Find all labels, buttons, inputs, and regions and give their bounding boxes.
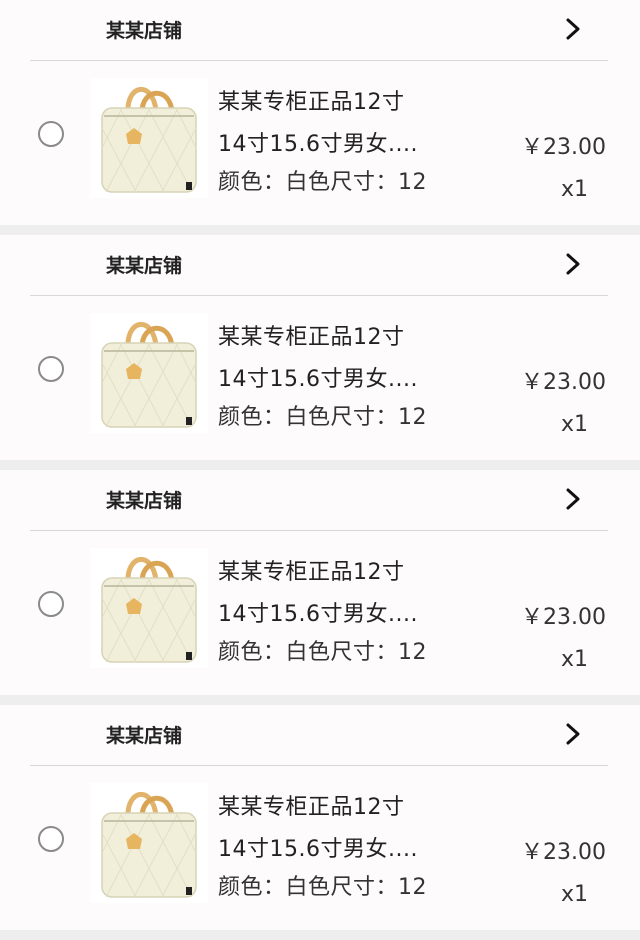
shop-header[interactable]: 某某店铺 [0, 705, 640, 765]
cart-item-card: 某某店铺 某某专柜正品12寸 14寸15.6寸男女.... 颜色：白色尺寸：12… [0, 0, 640, 225]
divider [30, 765, 608, 766]
shop-header[interactable]: 某某店铺 [0, 470, 640, 530]
select-radio[interactable] [38, 591, 64, 617]
product-title-line: 某某专柜正品12寸 [218, 325, 405, 350]
product-title-line: 14寸15.6寸男女.... [218, 132, 418, 157]
product-quantity: x1 [560, 177, 588, 202]
divider [30, 295, 608, 296]
product-title[interactable]: 某某专柜正品12寸 14寸15.6寸男女.... [218, 317, 428, 401]
shop-header[interactable]: 某某店铺 [0, 0, 640, 60]
product-image[interactable] [90, 548, 208, 668]
select-radio[interactable] [38, 356, 64, 382]
product-quantity: x1 [560, 647, 588, 672]
product-price: ￥23.00 [521, 135, 606, 160]
shop-name[interactable]: 某某店铺 [106, 723, 182, 749]
product-title-line: 14寸15.6寸男女.... [218, 837, 418, 862]
product-title-line: 某某专柜正品12寸 [218, 560, 405, 585]
product-title-line: 某某专柜正品12寸 [218, 90, 405, 115]
product-title[interactable]: 某某专柜正品12寸 14寸15.6寸男女.... [218, 552, 428, 636]
shop-name[interactable]: 某某店铺 [106, 488, 182, 514]
select-radio[interactable] [38, 121, 64, 147]
shop-name[interactable]: 某某店铺 [106, 18, 182, 44]
product-spec: 颜色：白色尺寸：12 [218, 640, 427, 665]
product-title[interactable]: 某某专柜正品12寸 14寸15.6寸男女.... [218, 787, 428, 871]
product-spec: 颜色：白色尺寸：12 [218, 405, 427, 430]
product-title[interactable]: 某某专柜正品12寸 14寸15.6寸男女.... [218, 82, 428, 166]
chevron-right-icon[interactable] [563, 487, 583, 511]
divider [30, 530, 608, 531]
product-image[interactable] [90, 313, 208, 433]
chevron-right-icon[interactable] [563, 252, 583, 276]
chevron-right-icon[interactable] [563, 17, 583, 41]
product-price: ￥23.00 [521, 605, 606, 630]
select-radio[interactable] [38, 826, 64, 852]
shop-header[interactable]: 某某店铺 [0, 235, 640, 295]
product-image[interactable] [90, 78, 208, 198]
divider [30, 60, 608, 61]
product-spec: 颜色：白色尺寸：12 [218, 875, 427, 900]
product-price: ￥23.00 [521, 370, 606, 395]
product-quantity: x1 [560, 412, 588, 437]
cart-item-card: 某某店铺 某某专柜正品12寸 14寸15.6寸男女.... 颜色：白色尺寸：12… [0, 470, 640, 695]
product-title-line: 14寸15.6寸男女.... [218, 367, 418, 392]
shop-name[interactable]: 某某店铺 [106, 253, 182, 279]
chevron-right-icon[interactable] [563, 722, 583, 746]
product-quantity: x1 [560, 882, 588, 907]
cart-item-card: 某某店铺 某某专柜正品12寸 14寸15.6寸男女.... 颜色：白色尺寸：12… [0, 235, 640, 460]
product-spec: 颜色：白色尺寸：12 [218, 170, 427, 195]
product-image[interactable] [90, 783, 208, 903]
cart-item-card: 某某店铺 某某专柜正品12寸 14寸15.6寸男女.... 颜色：白色尺寸：12… [0, 705, 640, 930]
product-title-line: 某某专柜正品12寸 [218, 795, 405, 820]
product-title-line: 14寸15.6寸男女.... [218, 602, 418, 627]
product-price: ￥23.00 [521, 840, 606, 865]
